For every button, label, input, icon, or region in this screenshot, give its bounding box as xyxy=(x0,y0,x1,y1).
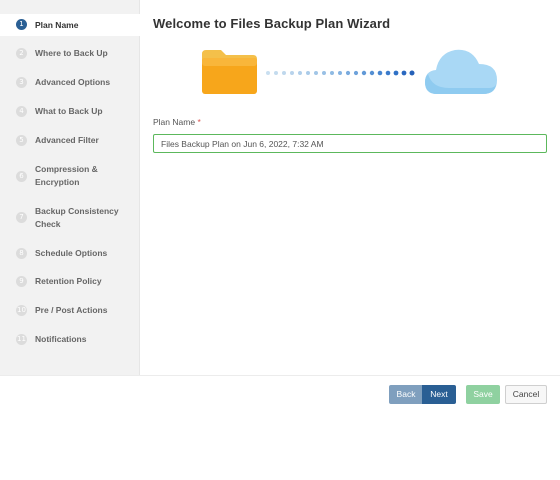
step-label: Backup Consistency Check xyxy=(35,206,119,229)
page-title: Welcome to Files Backup Plan Wizard xyxy=(153,16,391,31)
sidebar-step-retention-policy[interactable]: 9 Retention Policy xyxy=(0,271,140,293)
step-number-badge: 2 xyxy=(16,48,27,59)
step-label: Notifications xyxy=(35,334,87,344)
transfer-dots xyxy=(266,70,415,76)
cancel-button[interactable]: Cancel xyxy=(505,385,547,404)
plan-name-label: Plan Name * xyxy=(153,117,201,127)
wizard-sidebar: 1 Plan Name 2 Where to Back Up 3 Advance… xyxy=(0,0,141,376)
next-button[interactable]: Next xyxy=(422,385,456,404)
sidebar-step-what-to-back-up[interactable]: 4 What to Back Up xyxy=(0,101,140,123)
step-number-badge: 1 xyxy=(16,19,27,30)
sidebar-step-plan-name[interactable]: 1 Plan Name xyxy=(0,14,141,36)
sidebar-step-where-to-back-up[interactable]: 2 Where to Back Up xyxy=(0,43,140,65)
step-number-badge: 5 xyxy=(16,135,27,146)
sidebar-step-advanced-options[interactable]: 3 Advanced Options xyxy=(0,72,140,94)
step-number-badge: 8 xyxy=(16,248,27,259)
backup-illustration xyxy=(202,49,497,94)
step-number-badge: 4 xyxy=(16,106,27,117)
step-number-badge: 11 xyxy=(16,334,27,345)
cloud-icon xyxy=(425,49,497,94)
required-marker: * xyxy=(197,117,201,127)
back-button[interactable]: Back xyxy=(389,385,423,404)
step-number-badge: 6 xyxy=(16,171,27,182)
sidebar-step-compression-encryption[interactable]: 6 Compression & Encryption xyxy=(0,160,140,192)
step-label: Schedule Options xyxy=(35,248,108,258)
step-number-badge: 10 xyxy=(16,305,27,316)
sidebar-step-schedule-options[interactable]: 8 Schedule Options xyxy=(0,242,140,264)
step-label: Compression & Encryption xyxy=(35,164,98,187)
step-label: Advanced Options xyxy=(35,77,111,87)
step-label: Pre / Post Actions xyxy=(35,305,108,315)
plan-name-label-text: Plan Name xyxy=(153,117,196,127)
step-label: Plan Name xyxy=(35,20,79,30)
sidebar-step-advanced-filter[interactable]: 5 Advanced Filter xyxy=(0,130,140,152)
folder-icon xyxy=(202,50,257,94)
step-label: Where to Back Up xyxy=(35,48,108,58)
step-number-badge: 7 xyxy=(16,212,27,223)
step-label: Advanced Filter xyxy=(35,135,99,145)
plan-name-input[interactable] xyxy=(153,134,547,153)
sidebar-step-notifications[interactable]: 11 Notifications xyxy=(0,329,140,351)
footer-divider xyxy=(0,375,560,376)
step-number-badge: 3 xyxy=(16,77,27,88)
sidebar-step-backup-consistency-check[interactable]: 7 Backup Consistency Check xyxy=(0,201,140,233)
step-label: What to Back Up xyxy=(35,106,103,116)
step-label: Retention Policy xyxy=(35,276,102,286)
sidebar-step-pre-post-actions[interactable]: 10 Pre / Post Actions xyxy=(0,300,140,322)
step-number-badge: 9 xyxy=(16,276,27,287)
save-button[interactable]: Save xyxy=(466,385,500,404)
